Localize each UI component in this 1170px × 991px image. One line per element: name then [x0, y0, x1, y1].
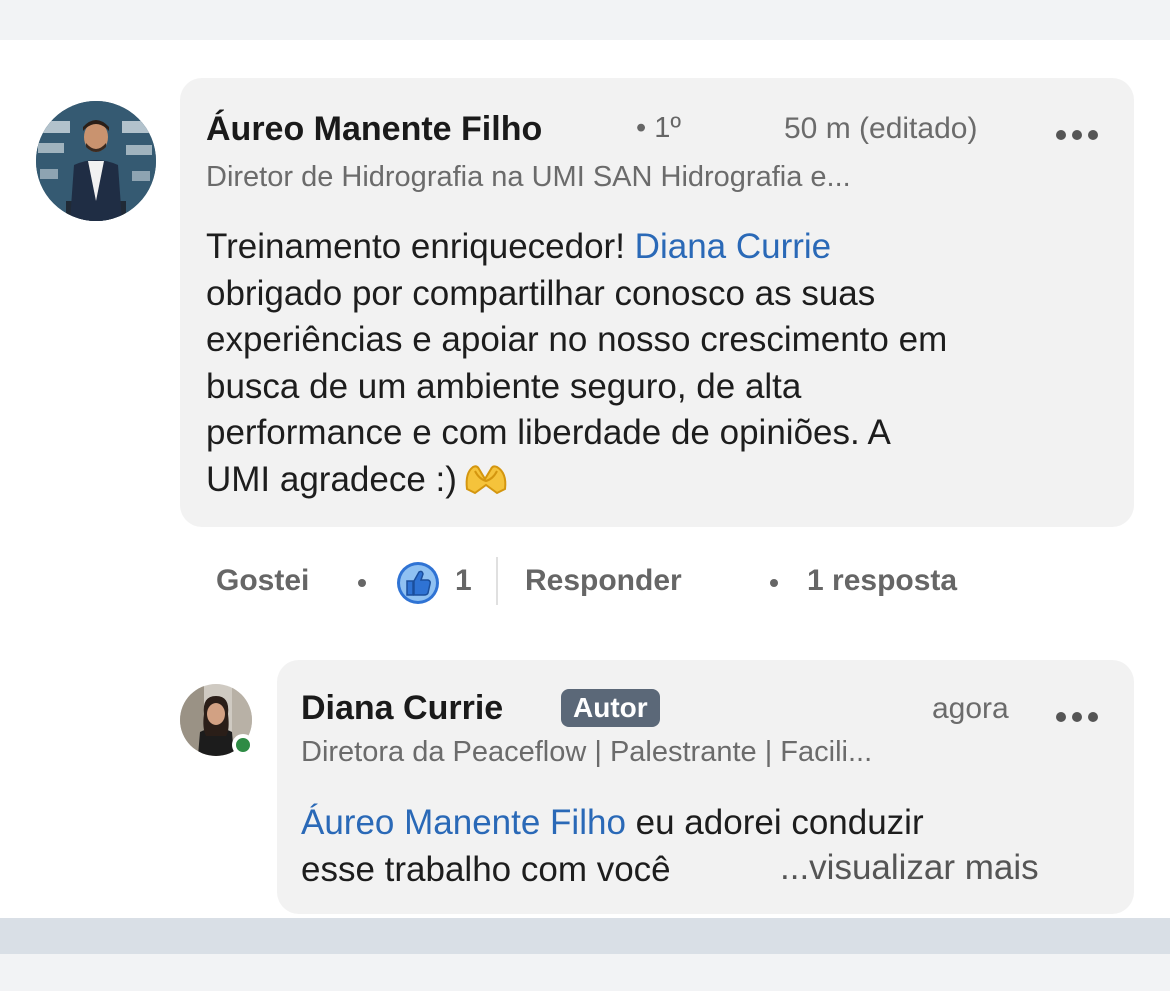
reply-more-icon[interactable]	[1054, 696, 1124, 736]
thumbs-up-reaction-icon[interactable]	[396, 561, 440, 605]
reply-text-line-2: esse trabalho com você	[301, 849, 671, 889]
like-button[interactable]: Gostei	[216, 564, 309, 598]
connection-degree: • 1º	[636, 112, 681, 144]
comment-text-line-2: obrigado por compartilhar conosco as sua…	[206, 273, 876, 313]
online-status-indicator	[232, 734, 254, 756]
see-more-link[interactable]: ...visualizar mais	[780, 848, 1039, 888]
reply-count-link[interactable]: 1 resposta	[807, 564, 957, 598]
top-background-strip	[0, 0, 1170, 40]
author-badge: Autor	[561, 689, 660, 727]
reply-timestamp: agora	[932, 692, 1009, 725]
mention-link[interactable]: Diana Currie	[635, 227, 831, 266]
comment-body: Treinamento enriquecedor! Diana Currie o…	[206, 224, 1116, 503]
reply-author-name[interactable]: Diana Currie	[301, 689, 503, 728]
reply-author-avatar[interactable]	[180, 684, 254, 756]
separator-dot	[770, 579, 778, 587]
comment-author-headline: Diretor de Hidrografia na UMI SAN Hidrog…	[206, 161, 851, 193]
comment-more-icon[interactable]	[1054, 114, 1124, 154]
comment-timestamp: 50 m (editado)	[784, 112, 978, 145]
section-divider	[0, 918, 1170, 954]
heart-hands-emoji	[465, 464, 507, 494]
reply-text-line-1: eu adorei conduzir	[625, 803, 924, 842]
comment-text-line-4: busca de um ambiente seguro, de alta	[206, 366, 802, 406]
separator-dot	[358, 579, 366, 587]
comment-text-line-3: experiências e apoiar no nosso crescimen…	[206, 320, 948, 359]
like-count: 1	[455, 564, 472, 597]
comment-text-line-6: UMI agradece :)	[206, 459, 457, 499]
bottom-background-strip	[0, 954, 1170, 991]
comment-author-name[interactable]: Áureo Manente Filho	[206, 110, 542, 149]
reply-mention-link[interactable]: Áureo Manente Filho	[301, 803, 626, 842]
comment-text-line-1: Treinamento enriquecedor!	[206, 227, 635, 266]
reply-author-headline: Diretora da Peaceflow | Palestrante | Fa…	[301, 736, 873, 768]
action-divider	[496, 557, 498, 605]
reply-button[interactable]: Responder	[525, 564, 682, 598]
commenter-avatar[interactable]	[36, 101, 156, 221]
comment-text-line-5: performance e com liberdade de opiniões.…	[206, 413, 891, 452]
commenter-avatar-photo	[36, 101, 156, 221]
